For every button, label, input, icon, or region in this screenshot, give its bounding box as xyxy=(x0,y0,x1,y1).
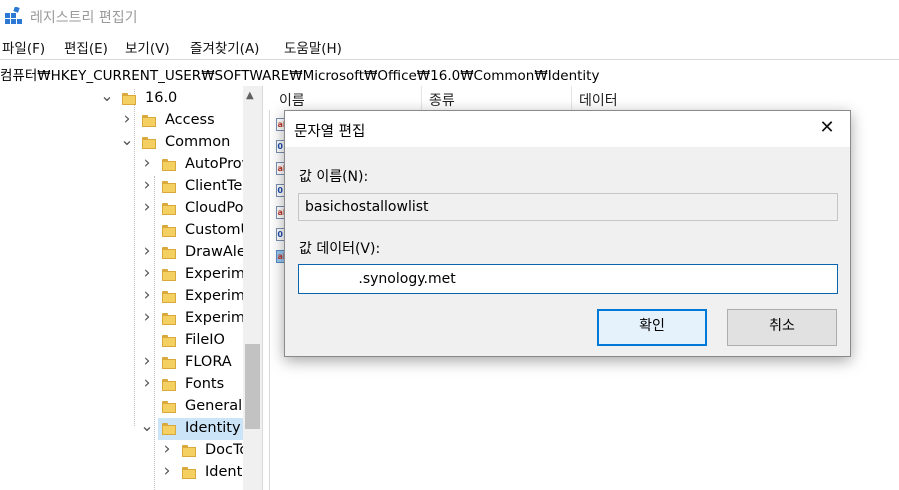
edit-string-dialog: 문자열 편집 ✕ 값 이름(N): basichostallowlist 값 데… xyxy=(284,110,851,357)
cancel-button[interactable]: 취소 xyxy=(727,309,837,346)
tree-item[interactable]: FileIO xyxy=(0,330,262,352)
chevron-right-icon[interactable]: › xyxy=(160,461,174,481)
tree-item-label: Identity xyxy=(185,420,241,436)
column-type[interactable]: 종류 xyxy=(429,90,455,110)
menu-help[interactable]: 도움말(H) xyxy=(284,37,342,57)
ok-button[interactable]: 확인 xyxy=(597,309,707,346)
folder-icon xyxy=(162,401,176,413)
scroll-up-arrow-icon[interactable]: ▲ xyxy=(246,90,254,101)
chevron-right-icon[interactable]: › xyxy=(120,109,134,129)
value-name-field: basichostallowlist xyxy=(298,193,838,221)
value-list-header: 이름 종류 데이터 xyxy=(269,86,899,110)
tree-item-label: CloudPo xyxy=(185,200,244,216)
tree-item[interactable]: › ClientTe xyxy=(0,175,262,198)
folder-icon xyxy=(122,93,136,105)
value-data-input[interactable]: .synology.met xyxy=(298,264,838,294)
tree-item-label: AutoProv xyxy=(185,156,251,172)
window-title: 레지스트리 편집기 xyxy=(30,10,138,26)
tree-item[interactable]: › CloudPo xyxy=(0,197,262,220)
registry-editor-icon xyxy=(5,7,22,24)
tree-item-label: Identi xyxy=(205,464,247,480)
column-data[interactable]: 데이터 xyxy=(579,90,618,110)
value-name-label: 값 이름(N): xyxy=(299,169,369,185)
tree-item-label: ClientTe xyxy=(185,178,243,194)
column-name[interactable]: 이름 xyxy=(279,90,305,110)
tree-item-label: DrawAle xyxy=(185,244,246,260)
folder-icon xyxy=(162,225,176,237)
chevron-right-icon[interactable]: › xyxy=(140,197,154,217)
registry-tree[interactable]: ⌄ 16.0 › Access ⌄ Common › AutoProv › ClientTe › Cl… xyxy=(0,86,262,490)
tree-item-label: Common xyxy=(165,134,231,150)
chevron-right-icon[interactable]: › xyxy=(140,263,154,283)
folder-icon xyxy=(182,467,196,479)
address-bar[interactable]: 컴퓨터₩HKEY_CURRENT_USER₩SOFTWARE₩Microsoft… xyxy=(0,59,899,87)
tree-scrollbar[interactable]: ▲ xyxy=(243,86,262,490)
chevron-right-icon[interactable]: › xyxy=(140,351,154,371)
tree-item[interactable]: › DocTo xyxy=(0,439,262,462)
chevron-right-icon[interactable]: › xyxy=(140,307,154,327)
tree-item-label: General xyxy=(185,398,243,414)
dialog-title: 문자열 편집 xyxy=(294,124,366,140)
close-icon[interactable]: ✕ xyxy=(814,117,840,141)
menu-view[interactable]: 보기(V) xyxy=(125,37,170,57)
tree-item[interactable]: › Experime xyxy=(0,263,262,286)
chevron-down-icon[interactable]: ⌄ xyxy=(140,416,154,435)
folder-icon xyxy=(162,379,176,391)
dialog-titlebar: 문자열 편집 ✕ xyxy=(285,111,850,147)
folder-icon xyxy=(182,445,196,457)
tree-item-label: FLORA xyxy=(185,354,232,370)
folder-icon xyxy=(162,247,176,259)
chevron-down-icon[interactable]: ⌄ xyxy=(120,130,134,149)
tree-item[interactable]: ⌄ Identity xyxy=(0,416,262,440)
tree-item[interactable]: › Identi xyxy=(0,461,262,484)
tree-item-label: Fonts xyxy=(185,376,225,392)
folder-icon xyxy=(162,159,176,171)
address-path[interactable]: 컴퓨터₩HKEY_CURRENT_USER₩SOFTWARE₩Microsoft… xyxy=(0,64,599,84)
value-data-label: 값 데이터(V): xyxy=(299,241,381,257)
chevron-right-icon[interactable]: › xyxy=(140,175,154,195)
folder-icon xyxy=(162,181,176,193)
chevron-right-icon[interactable]: › xyxy=(140,241,154,261)
menu-favorites[interactable]: 즐겨찾기(A) xyxy=(190,37,259,57)
chevron-right-icon[interactable]: › xyxy=(140,285,154,305)
menu-bar: 파일(F) 편집(E) 보기(V) 즐겨찾기(A) 도움말(H) xyxy=(0,34,899,58)
tree-item[interactable]: › Access xyxy=(0,109,262,132)
tree-item[interactable]: › Fonts xyxy=(0,373,262,396)
column-separator[interactable] xyxy=(571,86,572,110)
chevron-right-icon[interactable]: › xyxy=(160,439,174,459)
folder-icon xyxy=(162,269,176,281)
tree-item[interactable]: General xyxy=(0,396,262,418)
chevron-right-icon[interactable]: › xyxy=(140,153,154,173)
pane-splitter[interactable] xyxy=(262,86,270,490)
folder-icon xyxy=(162,203,176,215)
tree-item-label: Access xyxy=(165,112,215,128)
folder-icon xyxy=(162,335,176,347)
scroll-thumb[interactable] xyxy=(245,344,260,429)
tree-item-label: 16.0 xyxy=(145,90,178,106)
tree-item[interactable]: › DrawAle xyxy=(0,241,262,264)
folder-icon xyxy=(162,291,176,303)
column-separator[interactable] xyxy=(421,86,422,110)
folder-icon xyxy=(162,357,176,369)
tree-item[interactable]: CustomU xyxy=(0,220,262,242)
menu-edit[interactable]: 편집(E) xyxy=(64,37,108,57)
folder-icon xyxy=(142,115,156,127)
tree-item[interactable]: › AutoProv xyxy=(0,153,262,176)
folder-icon xyxy=(142,137,156,149)
window-titlebar: 레지스트리 편집기 xyxy=(0,0,899,32)
chevron-down-icon[interactable]: ⌄ xyxy=(100,86,114,105)
tree-item[interactable]: ⌄ Common xyxy=(0,130,262,154)
tree-item-label: DocTo xyxy=(205,442,249,458)
tree-item-label: FileIO xyxy=(185,332,225,348)
menu-file[interactable]: 파일(F) xyxy=(2,37,45,57)
tree-item[interactable]: › Experime xyxy=(0,307,262,330)
tree-item[interactable]: › Experime xyxy=(0,285,262,308)
tree-item[interactable]: › FLORA xyxy=(0,351,262,374)
folder-icon xyxy=(162,423,176,435)
tree-item[interactable]: ⌄ 16.0 xyxy=(0,86,262,110)
tree-item-label: CustomU xyxy=(185,222,252,238)
chevron-right-icon[interactable]: › xyxy=(140,373,154,393)
folder-icon xyxy=(162,313,176,325)
